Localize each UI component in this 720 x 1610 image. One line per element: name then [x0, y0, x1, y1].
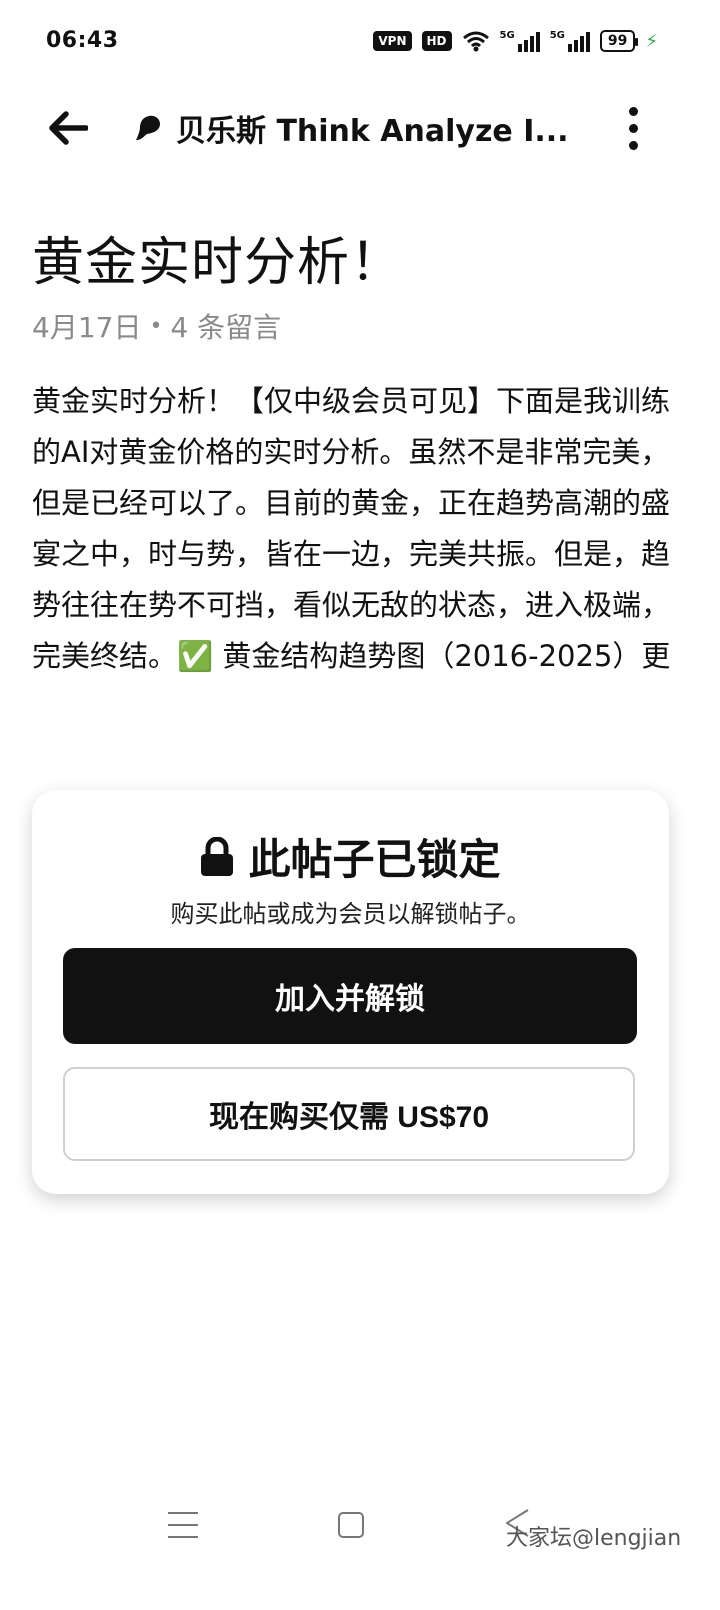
locked-title: 此帖子已锁定 [32, 826, 669, 887]
status-time: 06:43 [46, 28, 119, 53]
status-icons: VPN HD 5G 5G 99 ⚡ [373, 30, 658, 52]
hd-icon: HD [421, 31, 452, 51]
status-bar: 06:43 VPN HD 5G 5G 99 ⚡ [0, 0, 720, 84]
battery-icon: 99 [599, 30, 639, 52]
post-date: 4月17日 [32, 311, 142, 344]
creator-name: 贝乐斯 Think Analyze I... [176, 114, 569, 149]
more-options-button[interactable] [612, 104, 654, 152]
vpn-icon: VPN [373, 31, 412, 51]
recents-menu-icon[interactable] [168, 1512, 198, 1538]
post-meta: 4月17日 • 4 条留言 [32, 306, 281, 346]
home-square-icon[interactable] [338, 1512, 364, 1538]
back-button[interactable] [44, 104, 92, 152]
signal-icon-2: 5G [550, 30, 590, 52]
patreon-logo-icon [136, 115, 160, 140]
comments-link[interactable]: 4 条留言 [170, 306, 281, 346]
buy-now-button[interactable]: 现在购买仅需 US$70 [63, 1067, 635, 1161]
join-and-unlock-button[interactable]: 加入并解锁 [63, 948, 637, 1044]
watermark-text: 大家坛@lengjian [506, 1526, 682, 1551]
locked-subtitle: 购买此帖或成为会员以解锁帖子。 [170, 900, 531, 928]
lock-icon [201, 836, 234, 876]
separator-dot: • [149, 313, 163, 339]
charging-icon: ⚡ [645, 30, 658, 52]
creator-header[interactable]: 贝乐斯 Think Analyze I... [134, 104, 574, 152]
locked-title-text: 此帖子已锁定 [248, 835, 501, 884]
post-title: 黄金实时分析！ [32, 233, 404, 293]
wifi-icon [462, 31, 489, 52]
arrow-left-icon [49, 111, 88, 145]
app-bar: 贝乐斯 Think Analyze I... [0, 84, 720, 170]
locked-post-card: 此帖子已锁定 购买此帖或成为会员以解锁帖子。 加入并解锁 现在购买仅需 US$7… [32, 790, 669, 1194]
signal-icon-1: 5G [500, 30, 540, 52]
post-body: 黄金实时分析！【仅中级会员可见】下面是我训练的AI对黄金价格的实时分析。虽然不是… [32, 384, 671, 673]
